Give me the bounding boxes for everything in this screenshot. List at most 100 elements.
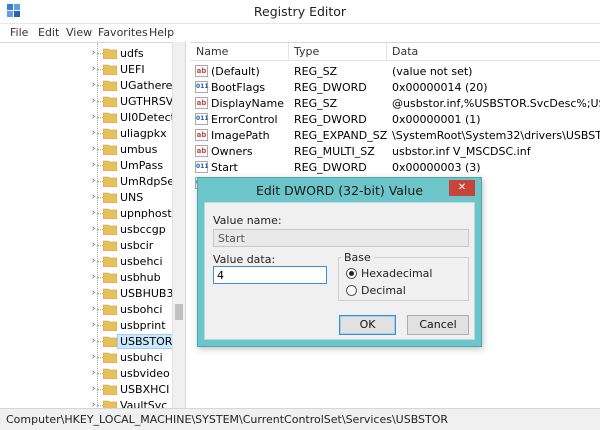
value-data: 0x00000001 (1) (392, 113, 481, 126)
tree-item-label: UI0Detect (120, 111, 175, 124)
tree-item[interactable]: › usbhub (0, 269, 172, 286)
tree-scrollbar[interactable] (172, 42, 185, 408)
column-separator[interactable] (386, 43, 387, 61)
close-icon: ✕ (457, 182, 467, 193)
folder-icon (103, 256, 117, 267)
decimal-radio[interactable] (346, 285, 357, 296)
tree-item[interactable]: › usbehci (0, 253, 172, 270)
menu-file[interactable]: File (10, 26, 28, 39)
menu-favorites[interactable]: Favorites (98, 26, 148, 39)
tree-item[interactable]: › usbohci (0, 301, 172, 318)
status-bar: Computer\HKEY_LOCAL_MACHINE\SYSTEM\Curre… (0, 408, 600, 430)
value-data: @usbstor.inf,%USBSTOR.SvcDesc%;USB Mass (392, 97, 600, 110)
folder-icon (103, 176, 117, 187)
value-data-input[interactable] (213, 266, 327, 284)
tree-item[interactable]: › USBXHCI (0, 381, 172, 398)
registry-tree[interactable]: › udfs › UEFI › UGatherer › UGTHRSVC › UI0Detect ›… (0, 42, 186, 408)
value-name-label: Value name: (213, 214, 282, 227)
tree-item[interactable]: › USBSTOR (0, 333, 176, 350)
column-header-data[interactable]: Data (392, 45, 418, 58)
status-path: Computer\HKEY_LOCAL_MACHINE\SYSTEM\Curre… (6, 413, 449, 426)
tree-item[interactable]: › UmRdpServ (0, 173, 185, 190)
column-separator[interactable] (288, 43, 289, 61)
menu-edit[interactable]: Edit (38, 26, 59, 39)
tree-item[interactable]: › UGTHRSVC (0, 93, 181, 110)
column-header-type[interactable]: Type (294, 45, 319, 58)
tree-item[interactable]: › UmPass (0, 157, 172, 174)
folder-icon (103, 240, 117, 251)
folder-icon (103, 112, 117, 123)
value-name: DisplayName (211, 97, 284, 110)
tree-item[interactable]: › USBHUB3 (0, 285, 174, 302)
folder-icon (103, 208, 117, 219)
dialog-body: Value name: Start Value data: Base Hexad… (204, 202, 475, 340)
hexadecimal-radio[interactable] (346, 268, 357, 279)
tree-item-label: usbprint (120, 319, 166, 332)
list-item[interactable]: ab DisplayName REG_SZ @usbstor.inf,%USBSTOR… (190, 95, 600, 111)
tree-item-label: usbvideo (120, 367, 170, 380)
tree-item[interactable]: › uliagpkx (0, 125, 172, 142)
tree-item[interactable]: › udfs (0, 45, 172, 62)
value-name: Owners (211, 145, 253, 158)
folder-icon (103, 384, 117, 395)
tree-item-label: USBSTOR (116, 334, 176, 349)
edit-dword-dialog: Edit DWORD (32-bit) Value ✕ Value name: … (197, 177, 482, 347)
string-value-icon: ab (195, 145, 208, 157)
title-bar[interactable]: Registry Editor (0, 0, 600, 24)
decimal-label[interactable]: Decimal (361, 284, 406, 297)
list-item[interactable]: ab (Default) REG_SZ (value not set) (190, 63, 600, 79)
base-group-label: Base (341, 251, 374, 264)
value-name: BootFlags (211, 81, 266, 94)
tree-item[interactable]: › usbvideo (0, 365, 172, 382)
folder-icon (103, 144, 117, 155)
tree-item[interactable]: › usbuhci (0, 349, 172, 366)
list-header: Name Type Data (190, 43, 600, 61)
binary-value-icon: 011 (195, 81, 209, 93)
tree-item[interactable]: › UEFI (0, 61, 172, 78)
value-type: REG_SZ (294, 97, 338, 110)
list-item[interactable]: 011 BootFlags REG_DWORD 0x00000014 (20) (190, 79, 600, 95)
tree-item[interactable]: › UNS (0, 189, 172, 206)
folder-icon (103, 336, 117, 347)
value-name: ErrorControl (211, 113, 278, 126)
folder-icon (103, 272, 117, 283)
tree-item-label: usbhub (120, 271, 161, 284)
value-data: 0x00000014 (20) (392, 81, 488, 94)
tree-item-label: usbehci (120, 255, 163, 268)
value-type: REG_DWORD (294, 81, 367, 94)
folder-icon (103, 48, 117, 59)
menu-help[interactable]: Help (149, 26, 174, 39)
tree-item[interactable]: › usbprint (0, 317, 172, 334)
tree-scrollbar-thumb[interactable] (175, 304, 183, 320)
tree-item[interactable]: › UI0Detect (0, 109, 175, 126)
tree-item-label: usbohci (120, 303, 163, 316)
folder-icon (103, 64, 117, 75)
folder-icon (103, 304, 117, 315)
list-item[interactable]: ab Owners REG_MULTI_SZ usbstor.inf V_MSCDSC… (190, 143, 600, 159)
folder-icon (103, 128, 117, 139)
tree-item[interactable]: › usbcir (0, 237, 172, 254)
ok-button[interactable]: OK (339, 315, 396, 335)
tree-item-label: VaultSvc (120, 399, 168, 408)
value-type: REG_EXPAND_SZ (294, 129, 388, 142)
value-type: REG_DWORD (294, 161, 367, 174)
column-header-name[interactable]: Name (196, 45, 228, 58)
list-item[interactable]: 011 ErrorControl REG_DWORD 0x00000001 (1) (190, 111, 600, 127)
cancel-button[interactable]: Cancel (407, 315, 469, 335)
tree-item[interactable]: › umbus (0, 141, 172, 158)
tree-item[interactable]: › UGatherer (0, 77, 177, 94)
tree-item[interactable]: › VaultSvc (0, 397, 172, 408)
value-data: \SystemRoot\System32\drivers\USBSTOR.SYS (392, 129, 600, 142)
tree-item[interactable]: › usbccgp (0, 221, 172, 238)
tree-item-label: UNS (120, 191, 144, 204)
list-item[interactable]: 011 Start REG_DWORD 0x00000003 (3) (190, 159, 600, 175)
close-button[interactable]: ✕ (449, 180, 475, 196)
hexadecimal-label[interactable]: Hexadecimal (361, 267, 432, 280)
window-title: Registry Editor (253, 4, 347, 19)
tree-item[interactable]: › upnphost (0, 205, 172, 222)
menu-view[interactable]: View (66, 26, 92, 39)
radio-selected-dot (349, 271, 354, 276)
folder-icon (103, 368, 117, 379)
list-item[interactable]: ab ImagePath REG_EXPAND_SZ \SystemRoot\Syst… (190, 127, 600, 143)
folder-icon (103, 320, 117, 331)
